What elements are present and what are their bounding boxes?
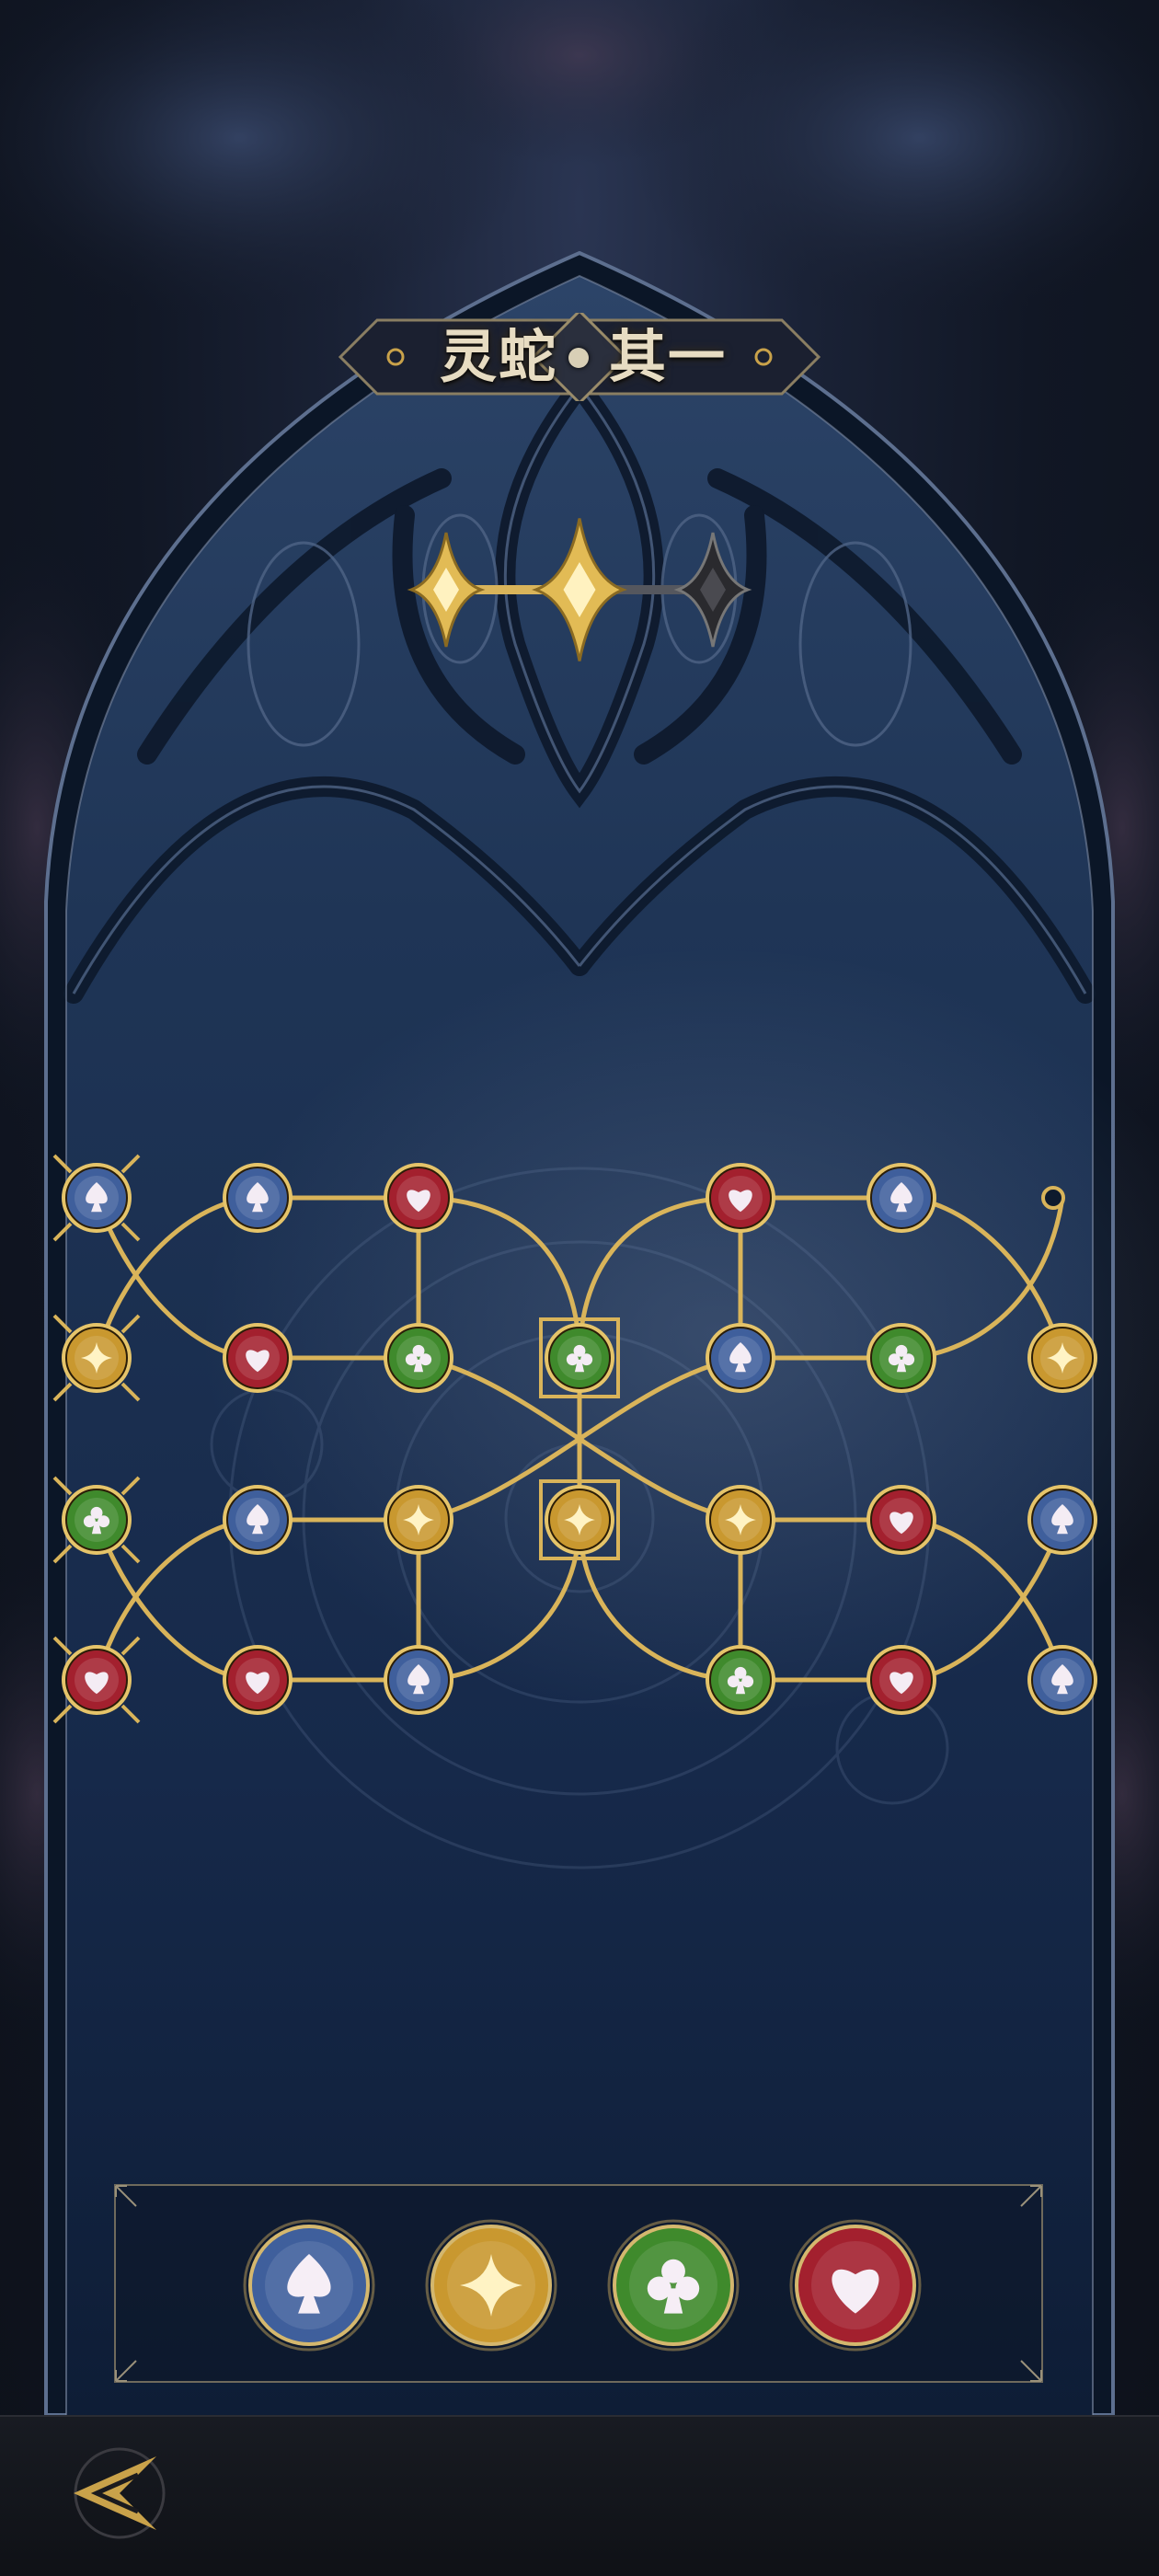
board-cell-spade[interactable]: [52, 1154, 141, 1242]
tray-corner-ornament: [1019, 2184, 1043, 2208]
board-cell-spade[interactable]: [223, 1485, 293, 1555]
tray-corner-ornament: [114, 2184, 138, 2208]
board-cell-club[interactable]: [539, 1317, 620, 1398]
board-cell-club[interactable]: [52, 1476, 141, 1564]
board-cell-heart[interactable]: [706, 1163, 775, 1233]
tray-corner-ornament: [114, 2359, 138, 2383]
board-cell-spade[interactable]: [1027, 1485, 1097, 1555]
board-cell-heart[interactable]: [52, 1636, 141, 1724]
suit-tray: [114, 2184, 1043, 2383]
game-screen: 灵蛇 其一: [0, 0, 1159, 2576]
board-paths: [94, 1195, 1065, 1683]
board-cell-spade[interactable]: [384, 1645, 453, 1715]
board-cell-diamond[interactable]: [52, 1314, 141, 1402]
board-cell-club[interactable]: [384, 1323, 453, 1393]
board-cell-heart[interactable]: [223, 1645, 293, 1715]
board-cell-spade[interactable]: [1027, 1645, 1097, 1715]
tray-corner-ornament: [1019, 2359, 1043, 2383]
back-arrow-icon: [74, 2447, 166, 2539]
board-cell-diamond[interactable]: [384, 1485, 453, 1555]
board-cell-diamond[interactable]: [539, 1479, 620, 1560]
board-cell-heart[interactable]: [866, 1645, 936, 1715]
tray-spade-button[interactable]: [243, 2219, 375, 2352]
tray-club-button[interactable]: [607, 2219, 740, 2352]
board-cell-spade[interactable]: [706, 1323, 775, 1393]
board-cell-spade[interactable]: [866, 1163, 936, 1233]
back-button[interactable]: [55, 2438, 175, 2548]
tray-heart-button[interactable]: [789, 2219, 922, 2352]
board-cell-diamond[interactable]: [1027, 1323, 1097, 1393]
board-cell-heart[interactable]: [384, 1163, 453, 1233]
path-end-marker: [1041, 1186, 1065, 1210]
tray-diamond-button[interactable]: [425, 2219, 557, 2352]
board-cell-club[interactable]: [866, 1323, 936, 1393]
board-cell-club[interactable]: [706, 1645, 775, 1715]
board-cell-heart[interactable]: [223, 1323, 293, 1393]
board-cell-spade[interactable]: [223, 1163, 293, 1233]
board-cell-heart[interactable]: [866, 1485, 936, 1555]
board-cell-diamond[interactable]: [706, 1485, 775, 1555]
